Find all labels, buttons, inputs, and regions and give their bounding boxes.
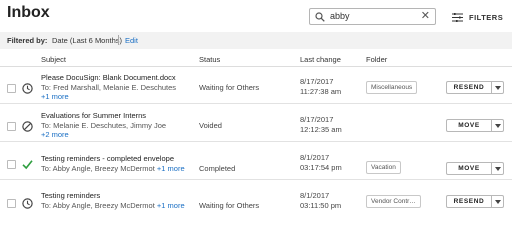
filter-bar: Filtered by: Date (Last 6 Months) Edit [0,32,512,49]
chevron-down-icon [495,86,501,90]
column-header-folder[interactable]: Folder [366,55,387,64]
row-time: 03:17:54 pm [300,163,342,172]
row-time: 03:11:50 pm [300,201,342,210]
row-recipients: To: Abby Angle, Breezy McDermot +1 more [41,201,185,210]
filter-label: Filtered by: [7,36,48,45]
search-input[interactable]: abby ✕ [309,8,436,25]
row-subject[interactable]: Testing reminders - completed envelope [41,154,174,163]
chevron-down-icon [495,124,501,128]
search-icon [315,12,325,22]
table-row[interactable]: Please DocuSign: Blank Document.docx To:… [0,67,512,104]
clock-icon [22,198,33,209]
filter-value: Date (Last 6 Months) [52,36,123,45]
table-row[interactable]: Testing reminders - completed envelope T… [0,143,512,180]
search-value[interactable]: abby [330,11,350,21]
filters-button[interactable]: FILTERS [452,10,503,24]
row-recipients: To: Melanie E. Deschutes, Jimmy Joe [41,121,167,130]
action-dropdown[interactable] [491,81,504,94]
row-subject[interactable]: Please DocuSign: Blank Document.docx [41,73,176,82]
resend-button[interactable]: RESEND [446,81,492,94]
row-status: Waiting for Others [199,83,260,92]
table-row[interactable]: Evaluations for Summer Interns To: Melan… [0,105,512,142]
move-button[interactable]: MOVE [446,162,492,175]
column-header-last-change[interactable]: Last change [300,55,341,64]
row-status: Completed [199,164,236,173]
row-recipients: To: Abby Angle, Breezy McDermot +1 more [41,164,185,173]
clock-icon [22,83,33,94]
row-subject[interactable]: Evaluations for Summer Interns [41,111,146,120]
action-dropdown[interactable] [491,195,504,208]
recipients-text: To: Abby Angle, Breezy McDermot [41,164,155,173]
edit-filter-link[interactable]: Edit [125,36,138,45]
chevron-down-icon [495,167,501,171]
chevron-down-icon [495,200,501,204]
sliders-icon [452,12,463,22]
clear-search-icon[interactable]: ✕ [421,10,430,23]
move-button[interactable]: MOVE [446,119,492,132]
more-recipients-link[interactable]: +1 more [157,164,185,173]
more-recipients-link[interactable]: +2 more [41,130,69,139]
column-header-subject[interactable]: Subject [41,55,66,64]
resend-button[interactable]: RESEND [446,195,492,208]
table-row[interactable]: Testing reminders To: Abby Angle, Breezy… [0,181,512,218]
action-dropdown[interactable] [491,119,504,132]
row-date: 8/1/2017 [300,153,330,162]
row-time: 12:12:35 am [300,125,342,134]
row-checkbox[interactable] [7,122,16,131]
action-dropdown[interactable] [491,162,504,175]
more-recipients-link[interactable]: +1 more [157,201,185,210]
row-checkbox[interactable] [7,84,16,93]
row-status: Waiting for Others [199,201,260,210]
checkmark-icon [22,160,33,170]
row-date: 8/1/2017 [300,191,330,200]
row-checkbox[interactable] [7,160,16,169]
row-time: 11:27:38 am [300,87,342,96]
page-title: Inbox [7,4,50,21]
row-date: 8/17/2017 [300,115,334,124]
more-recipients-link[interactable]: +1 more [41,92,69,101]
folder-badge[interactable]: Miscellaneous [366,81,418,94]
divider [118,35,119,45]
column-header-status[interactable]: Status [199,55,220,64]
recipients-text: To: Abby Angle, Breezy McDermot [41,201,155,210]
filters-label: FILTERS [469,12,504,22]
folder-badge[interactable]: Vendor Contr… [366,195,421,208]
row-recipients: To: Fred Marshall, Melanie E. Deschutes [41,83,177,92]
row-date: 8/17/2017 [300,77,334,86]
row-checkbox[interactable] [7,199,16,208]
voided-icon [22,121,33,132]
row-subject[interactable]: Testing reminders [41,191,100,200]
row-status: Voided [199,121,222,130]
folder-badge[interactable]: Vacation [366,161,401,174]
